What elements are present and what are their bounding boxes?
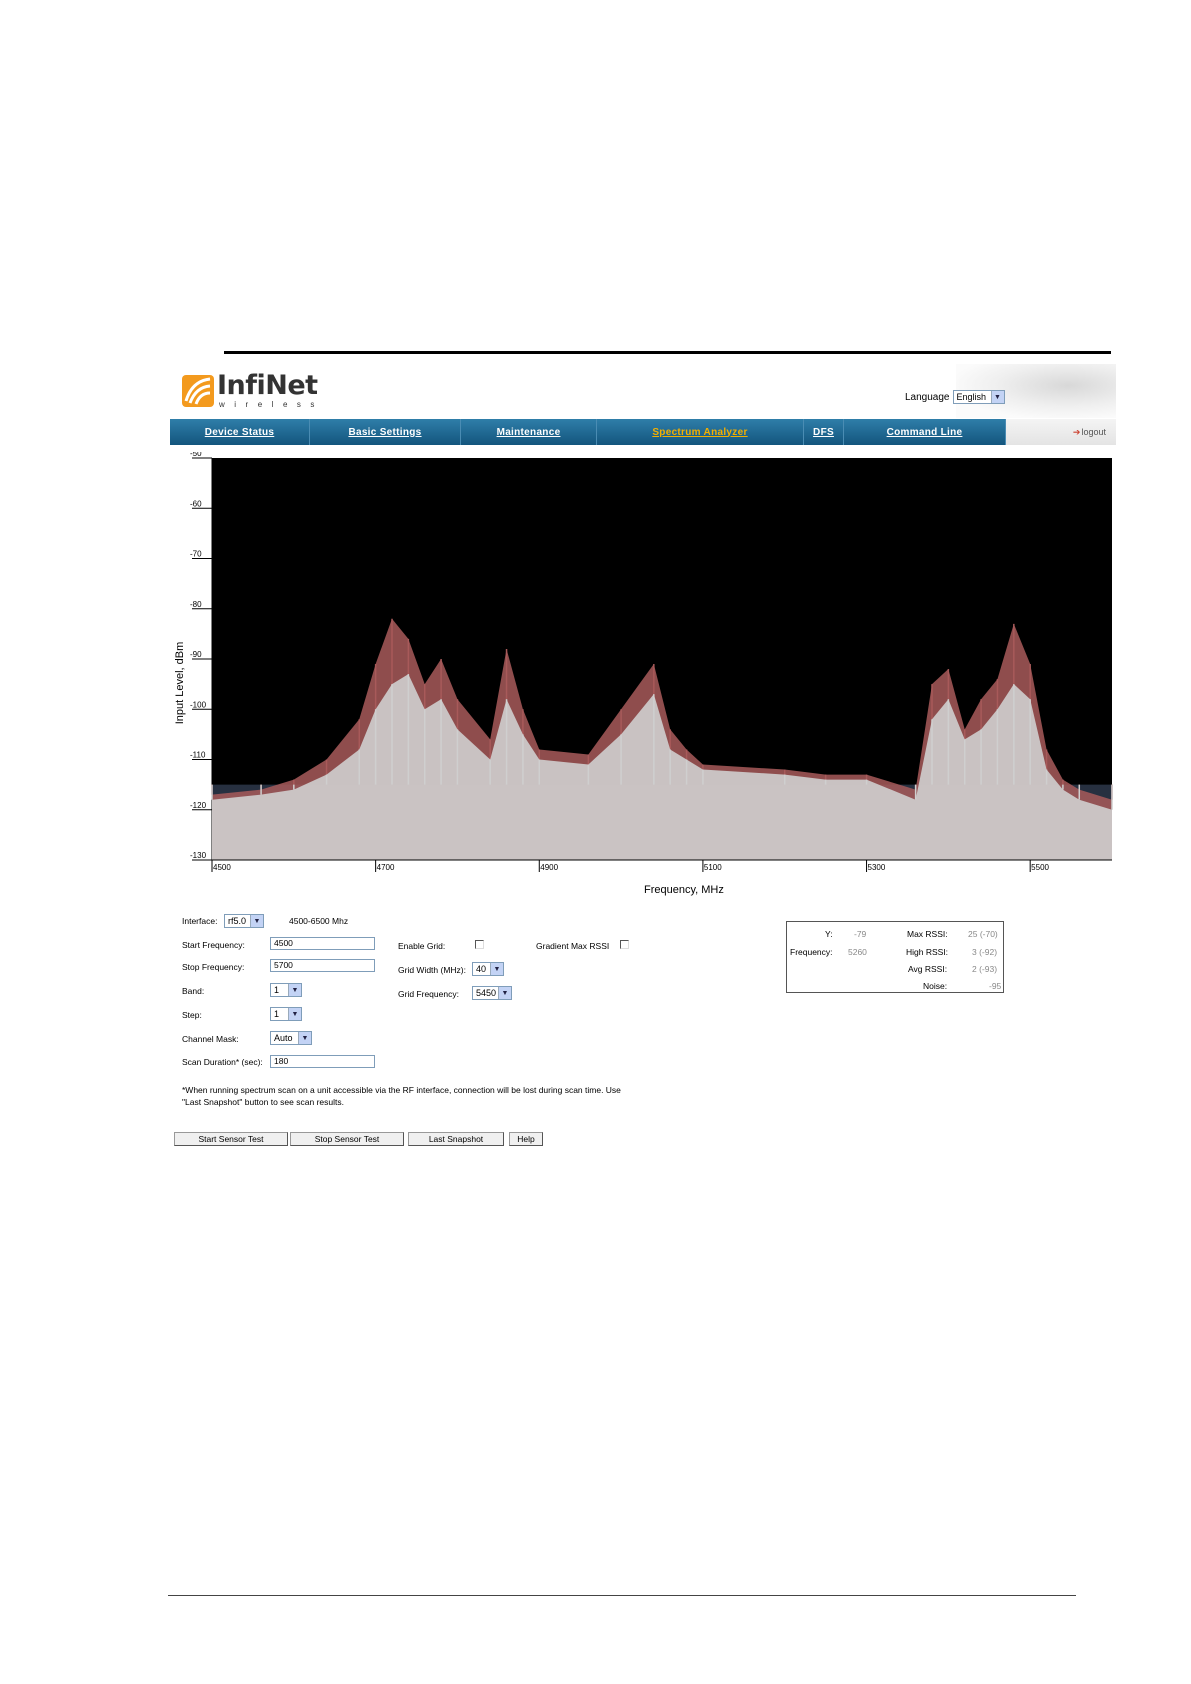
scan-duration-label: Scan Duration* (sec):	[182, 1057, 263, 1067]
band-label: Band:	[182, 986, 205, 996]
y-label: Y:	[825, 929, 833, 939]
y-value: -79	[854, 929, 867, 939]
scan-duration-input[interactable]: 180	[270, 1055, 375, 1068]
help-button[interactable]: Help	[509, 1132, 543, 1146]
y-tick-label: -110	[190, 751, 206, 760]
x-axis-label: Frequency, MHz	[644, 884, 724, 896]
stop-frequency-label: Stop Frequency:	[182, 962, 245, 972]
x-tick-label: 4900	[540, 863, 558, 872]
stop-sensor-test-button[interactable]: Stop Sensor Test	[290, 1132, 404, 1146]
avg-rssi-value: 2 (-93)	[972, 964, 998, 974]
y-axis-label: Input Level, dBm	[174, 641, 186, 725]
avg-rssi-label: Avg RSSI:	[908, 964, 948, 974]
last-snapshot-button[interactable]: Last Snapshot	[408, 1132, 504, 1146]
logout-link[interactable]: ➔ logout	[1006, 419, 1116, 445]
tab-basic-settings[interactable]: Basic Settings	[310, 419, 461, 445]
noise-label: Noise:	[923, 981, 948, 991]
document-top-rule	[224, 351, 1111, 354]
grid-width-select[interactable]: 40 ▼	[472, 962, 504, 976]
step-label: Step:	[182, 1010, 202, 1020]
high-rssi-label: High RSSI:	[906, 947, 949, 957]
grid-width-label: Grid Width (MHz):	[398, 965, 466, 975]
app-header: InfiNet wireless Language English ▼	[170, 364, 1116, 418]
chevron-down-icon: ▼	[498, 987, 511, 999]
tab-maintenance[interactable]: Maintenance	[461, 419, 597, 445]
start-frequency-label: Start Frequency:	[182, 940, 245, 950]
grid-frequency-label: Grid Frequency:	[398, 989, 459, 999]
chevron-down-icon: ▼	[990, 391, 1004, 403]
channel-mask-select[interactable]: Auto ▼	[270, 1031, 312, 1045]
spectrum-plot[interactable]: -50 -60 -70 -80 -90 -100 -110 -120 -130 4500 4700…	[170, 449, 1116, 882]
logo-wave-icon	[182, 374, 214, 407]
enable-grid-label: Enable Grid:	[398, 941, 446, 951]
max-rssi-label: Max RSSI:	[907, 929, 948, 939]
y-tick-label: -90	[190, 650, 202, 659]
x-tick-label: 5500	[1031, 863, 1049, 872]
rssi-info-panel: Y: -79 Frequency: 5260 Max RSSI: 25 (-70…	[786, 921, 1004, 993]
tab-spectrum-analyzer[interactable]: Spectrum Analyzer	[597, 419, 804, 445]
arrow-right-icon: ➔	[1072, 426, 1081, 437]
frequency-value: 5260	[848, 947, 867, 957]
step-select[interactable]: 1 ▼	[270, 1007, 302, 1021]
interface-select[interactable]: rf5.0 ▼	[224, 914, 264, 928]
tab-dfs[interactable]: DFS	[804, 419, 844, 445]
y-tick-label: -120	[190, 801, 207, 810]
frequency-label: Frequency:	[790, 947, 833, 957]
interface-label: Interface:	[182, 916, 218, 926]
y-tick-label: -70	[190, 550, 202, 559]
y-axis: -50 -60 -70 -80 -90 -100 -110 -120 -130	[190, 449, 213, 861]
noise-value: -95	[989, 981, 1002, 991]
x-tick-label: 5100	[704, 863, 722, 872]
spectrum-chart: Input Level, dBm -50 -60 -70 -80 -90 -100 -110…	[170, 449, 1116, 904]
tab-command-line[interactable]: Command Line	[844, 419, 1006, 445]
high-rssi-value: 3 (-92)	[972, 947, 998, 957]
enable-grid-checkbox[interactable]	[475, 940, 484, 949]
y-axis-label-wrap: Input Level, dBm	[170, 452, 190, 852]
language-selector: Language English ▼	[905, 390, 1005, 404]
main-nav: Device Status Basic Settings Maintenance…	[170, 419, 1116, 445]
x-tick-label: 4700	[377, 863, 395, 872]
stop-frequency-input[interactable]: 5700	[270, 959, 375, 972]
start-sensor-test-button[interactable]: Start Sensor Test	[174, 1132, 288, 1146]
document-bottom-rule	[168, 1595, 1076, 1596]
frequency-range-text: 4500-6500 Mhz	[289, 916, 349, 926]
channel-mask-label: Channel Mask:	[182, 1034, 239, 1044]
chevron-down-icon: ▼	[288, 984, 301, 996]
chevron-down-icon: ▼	[250, 915, 263, 927]
logo-subtitle: wireless	[219, 400, 324, 409]
scan-note: *When running spectrum scan on a unit ac…	[182, 1085, 621, 1107]
logo-name: InfiNet	[217, 370, 318, 401]
y-tick-label: -100	[190, 700, 207, 709]
band-select[interactable]: 1 ▼	[270, 983, 302, 997]
y-tick-label: -80	[190, 600, 202, 609]
language-select[interactable]: English ▼	[952, 390, 1005, 404]
x-tick-label: 4500	[213, 863, 231, 872]
grid-frequency-select[interactable]: 5450 ▼	[472, 986, 512, 1000]
chevron-down-icon: ▼	[490, 963, 503, 975]
infinet-logo: InfiNet wireless	[182, 372, 324, 409]
chevron-down-icon: ▼	[298, 1032, 311, 1044]
tab-device-status[interactable]: Device Status	[170, 419, 310, 445]
start-frequency-input[interactable]: 4500	[270, 937, 375, 950]
x-axis: 4500 4700 4900 5100 5300 5500	[211, 859, 1112, 872]
x-tick-label: 5300	[868, 863, 886, 872]
y-tick-label: -50	[190, 452, 202, 458]
chevron-down-icon: ▼	[288, 1008, 301, 1020]
gradient-max-rssi-label: Gradient Max RSSI	[536, 941, 610, 951]
language-label: Language	[905, 391, 950, 403]
y-tick-label: -60	[190, 499, 202, 508]
y-tick-label: -130	[190, 851, 207, 860]
gradient-max-rssi-checkbox[interactable]	[620, 940, 629, 949]
max-rssi-value: 25 (-70)	[968, 929, 998, 939]
